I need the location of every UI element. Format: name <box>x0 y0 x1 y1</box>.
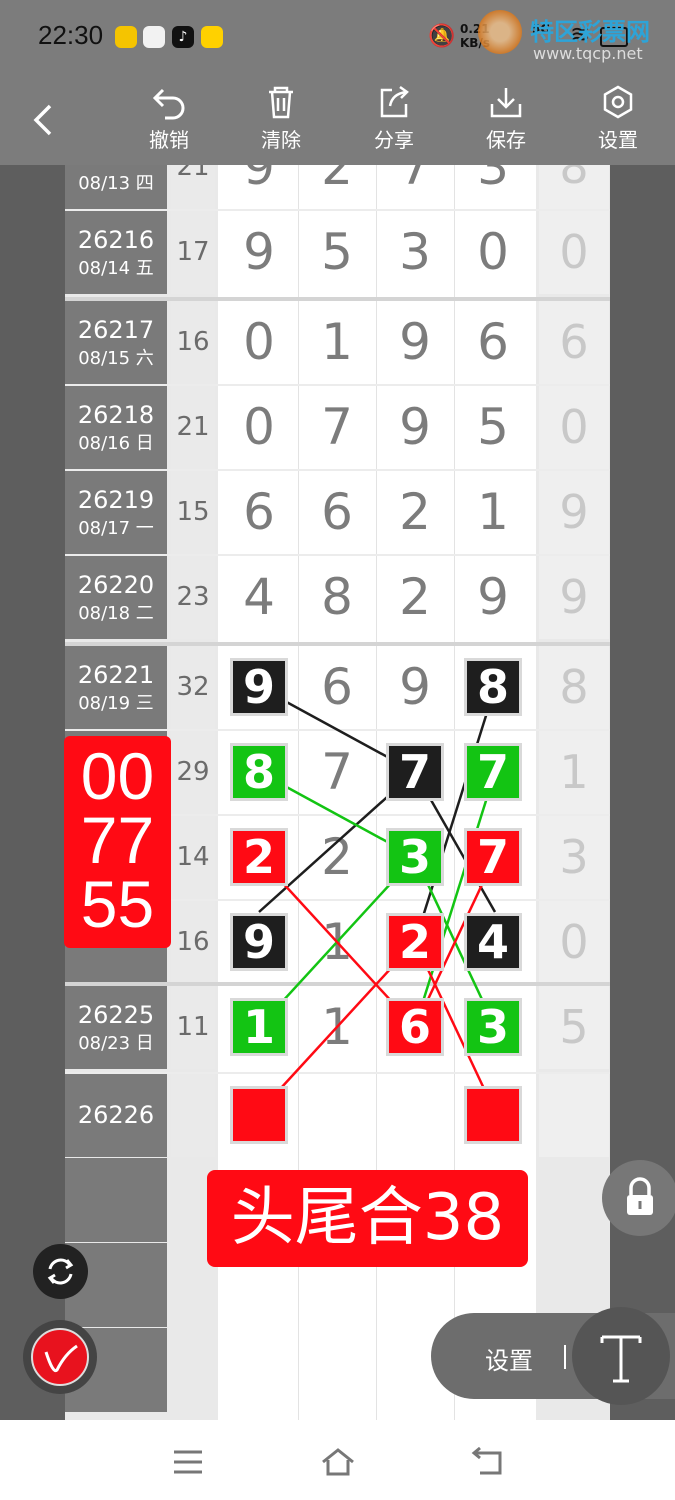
undo-button[interactable]: 撤销 <box>124 84 214 153</box>
share-label: 分享 <box>374 128 414 152</box>
share-button[interactable]: 分享 <box>349 84 439 153</box>
undo-icon <box>152 88 185 120</box>
marker-box-black[interactable]: 4 <box>464 913 522 971</box>
sum-banner-text: 头尾合38 <box>230 1181 505 1255</box>
marker-box-green[interactable]: 3 <box>464 998 522 1056</box>
meituan-icon <box>201 26 223 48</box>
watermark-logo <box>478 10 522 54</box>
tiktok-icon: ♪ <box>172 26 194 48</box>
floating-tool-panel: 设置 <box>431 1307 675 1405</box>
home-icon[interactable] <box>320 1447 356 1477</box>
marker-box-black[interactable]: 7 <box>386 743 444 801</box>
lock-button[interactable] <box>602 1160 675 1236</box>
text-tool-icon <box>600 1335 642 1383</box>
settings-label: 设置 <box>598 128 638 152</box>
marker-box-green[interactable]: 8 <box>230 743 288 801</box>
rotate-icon <box>47 1258 74 1285</box>
marker-box-red[interactable]: 2 <box>230 828 288 886</box>
status-time: 22:30 <box>38 20 104 50</box>
marker-box-black[interactable]: 9 <box>230 658 288 716</box>
text-tool-button[interactable] <box>572 1307 670 1405</box>
marker-box-green[interactable]: 1 <box>230 998 288 1056</box>
sun-app-icon <box>115 26 137 48</box>
share-icon <box>380 85 409 118</box>
marker-box-green[interactable]: 7 <box>464 743 522 801</box>
trash-icon <box>269 86 293 119</box>
watermark-url: www.tqcp.net <box>533 44 643 63</box>
float-divider <box>564 1345 566 1369</box>
marker-box-black[interactable]: 8 <box>464 658 522 716</box>
settings-button[interactable]: 设置 <box>573 84 663 153</box>
card-line-1: 00 <box>80 739 155 813</box>
card-line-2: 77 <box>80 803 155 877</box>
mute-icon: 🔕 <box>428 24 456 49</box>
download-icon <box>490 88 522 118</box>
avatar-app-icon <box>143 26 165 48</box>
card-line-3: 55 <box>80 867 155 941</box>
sum-banner[interactable]: 头尾合38 <box>207 1170 528 1267</box>
system-nav-bar <box>0 1420 675 1500</box>
float-settings-label[interactable]: 设置 <box>485 1341 533 1376</box>
marker-box-red[interactable]: 2 <box>386 913 444 971</box>
pen-stroke-icon <box>44 1344 78 1373</box>
back-arrow-icon <box>33 104 52 136</box>
clear-button[interactable]: 清除 <box>236 84 326 153</box>
red-number-card[interactable]: 00 77 55 <box>64 736 171 948</box>
marker-box-red[interactable] <box>464 1086 522 1144</box>
menu-icon[interactable] <box>172 1448 204 1476</box>
marker-box-red[interactable]: 7 <box>464 828 522 886</box>
toolbar: 撤销 清除 分享 保存 设置 <box>0 72 675 165</box>
marker-box-black[interactable]: 9 <box>230 913 288 971</box>
pen-button[interactable] <box>23 1320 97 1394</box>
status-bar: 22:30 ♪ 🔕 0.21 KB/s 5G ≋ 特区彩票网 www.tqcp.n… <box>0 0 675 72</box>
marker-box-red[interactable] <box>230 1086 288 1144</box>
save-label: 保存 <box>486 128 526 152</box>
back-nav-icon[interactable] <box>470 1447 504 1477</box>
clear-label: 清除 <box>261 128 301 152</box>
rotate-button[interactable] <box>33 1244 88 1299</box>
undo-label: 撤销 <box>149 128 189 152</box>
marker-box-green[interactable]: 3 <box>386 828 444 886</box>
save-button[interactable]: 保存 <box>461 84 551 153</box>
trend-line-green-3 <box>413 771 497 1028</box>
trend-line-black-3 <box>413 686 497 943</box>
back-button[interactable] <box>28 100 60 140</box>
marker-box-red[interactable]: 6 <box>386 998 444 1056</box>
settings-hex-icon <box>603 85 633 119</box>
pen-red-circle <box>31 1328 89 1386</box>
watermark-name: 特区彩票网 <box>530 18 650 46</box>
lock-icon <box>627 1177 653 1215</box>
